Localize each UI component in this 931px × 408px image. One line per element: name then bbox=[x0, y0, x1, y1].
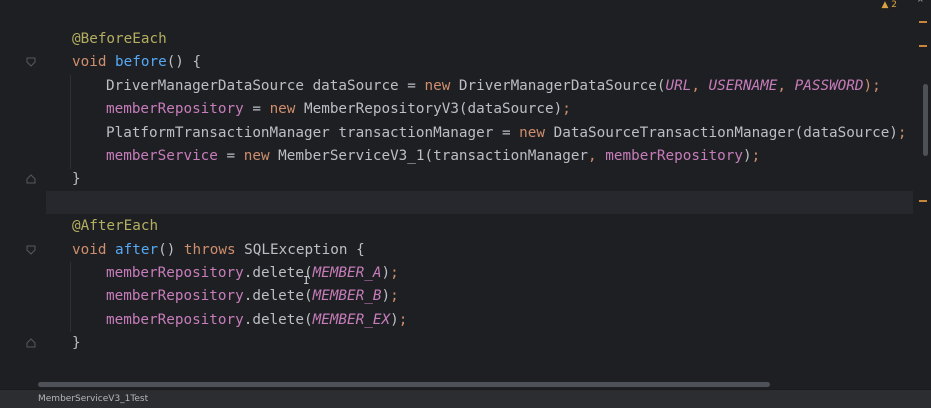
code-token: () bbox=[158, 241, 184, 258]
warning-icon: ▲ bbox=[881, 0, 889, 10]
code-token: void bbox=[72, 54, 107, 71]
fold-end-icon[interactable] bbox=[26, 338, 36, 348]
code-token: after bbox=[115, 241, 159, 258]
code-line[interactable]: memberRepository.delete(MEMBER_EX); bbox=[72, 309, 901, 332]
code-token: ) bbox=[390, 311, 399, 328]
code-token: , bbox=[691, 77, 709, 94]
fold-end-icon[interactable] bbox=[26, 174, 36, 184]
code-token: memberRepository bbox=[106, 101, 244, 118]
code-token: ; bbox=[751, 147, 761, 164]
code-token: PlatformTransactionManager transactionMa… bbox=[106, 124, 520, 141]
code-token: SQLException { bbox=[235, 241, 365, 258]
code-line[interactable]: PlatformTransactionManager transactionMa… bbox=[72, 122, 907, 145]
code-token: DriverManagerDataSource( bbox=[450, 77, 666, 94]
code-line[interactable]: ​ bbox=[72, 192, 901, 215]
code-content[interactable]: @BeforeEach void before() {DriverManagerD… bbox=[72, 28, 907, 355]
code-line[interactable]: memberRepository.delete(MEMBER_A); bbox=[72, 262, 901, 285]
warning-stripe-marker[interactable] bbox=[919, 200, 927, 202]
indent-guide bbox=[70, 75, 71, 169]
code-token: before bbox=[115, 54, 167, 71]
code-line[interactable]: DriverManagerDataSource dataSource = new… bbox=[72, 75, 901, 98]
code-token: ) bbox=[381, 264, 391, 281]
code-token: new bbox=[519, 124, 545, 141]
code-token: .delete( bbox=[243, 288, 313, 305]
code-token: new bbox=[243, 147, 270, 164]
code-token: () { bbox=[166, 54, 202, 71]
warning-stripe-marker[interactable] bbox=[919, 21, 927, 23]
warning-stripe-marker[interactable] bbox=[919, 45, 927, 47]
code-line[interactable]: @AfterEach bbox=[72, 215, 901, 238]
code-token: memberRepository bbox=[106, 311, 244, 328]
code-token: } bbox=[72, 335, 81, 352]
code-token: } bbox=[72, 171, 81, 188]
code-token: ; bbox=[562, 101, 571, 118]
code-token: ; bbox=[897, 124, 907, 141]
code-token: URL bbox=[665, 77, 692, 94]
code-token: USERNAME bbox=[708, 77, 778, 94]
status-bar: MemberServiceV3_1Test bbox=[0, 389, 931, 408]
code-token: MEMBER_EX bbox=[312, 311, 391, 328]
code-line[interactable]: memberService = new MemberServiceV3_1(tr… bbox=[72, 145, 901, 168]
code-token: MemberServiceV3_1(transactionManager bbox=[269, 147, 589, 164]
code-line[interactable]: } bbox=[72, 332, 901, 355]
code-token: new bbox=[424, 77, 451, 94]
code-token: = bbox=[243, 101, 270, 118]
code-token: memberRepository bbox=[106, 288, 244, 305]
warning-count: 2 bbox=[891, 0, 897, 10]
code-token: ) bbox=[381, 288, 391, 305]
code-token: , bbox=[588, 147, 606, 164]
code-token: memberRepository bbox=[106, 264, 244, 281]
code-token: @BeforeEach bbox=[72, 31, 167, 47]
code-token: ; bbox=[390, 264, 399, 281]
gutter[interactable] bbox=[0, 0, 46, 378]
code-line[interactable]: void before() { bbox=[72, 51, 901, 74]
mouse-text-cursor-icon: I bbox=[303, 274, 310, 287]
code-token: @AfterEach bbox=[72, 218, 159, 235]
code-editor[interactable]: @BeforeEach void before() {DriverManagerD… bbox=[0, 0, 931, 378]
code-token: ; bbox=[390, 288, 399, 305]
code-token: ; bbox=[398, 311, 408, 328]
code-line[interactable]: } bbox=[72, 168, 901, 191]
code-line[interactable]: @BeforeEach bbox=[72, 28, 901, 51]
vertical-scrollbar[interactable] bbox=[923, 84, 928, 156]
code-token: .delete( bbox=[243, 311, 313, 328]
code-token: PASSWORD bbox=[794, 77, 864, 94]
code-line[interactable]: void after() throws SQLException { bbox=[72, 239, 901, 262]
code-token: ) bbox=[743, 147, 752, 164]
code-token: new bbox=[269, 101, 296, 118]
code-token: void bbox=[72, 241, 107, 258]
code-token: MemberRepositoryV3(dataSource) bbox=[295, 101, 563, 118]
code-token: DriverManagerDataSource dataSource = bbox=[106, 77, 425, 94]
fold-collapse-icon[interactable] bbox=[26, 57, 36, 67]
inspection-widget[interactable]: ▲ 2 bbox=[881, 0, 897, 10]
fold-collapse-icon[interactable] bbox=[26, 245, 36, 255]
breadcrumb-file[interactable]: MemberServiceV3_1Test bbox=[38, 394, 148, 404]
code-line[interactable]: memberRepository.delete(MEMBER_B); bbox=[72, 285, 901, 308]
code-token: = bbox=[217, 147, 244, 164]
code-token: , bbox=[777, 77, 795, 94]
code-token: throws bbox=[183, 241, 236, 258]
chevron-up-icon[interactable]: ⌃ bbox=[916, 0, 925, 9]
code-token: DataSourceTransactionManager(dataSource) bbox=[545, 124, 898, 141]
code-line[interactable]: memberRepository = new MemberRepositoryV… bbox=[72, 98, 901, 121]
code-token: ); bbox=[863, 77, 881, 94]
code-token: MEMBER_B bbox=[312, 288, 382, 305]
code-token: memberRepository bbox=[605, 147, 743, 164]
horizontal-scrollbar[interactable] bbox=[38, 382, 770, 387]
indent-guide bbox=[70, 262, 71, 332]
code-token: memberService bbox=[106, 147, 218, 164]
code-token: MEMBER_A bbox=[312, 264, 382, 281]
